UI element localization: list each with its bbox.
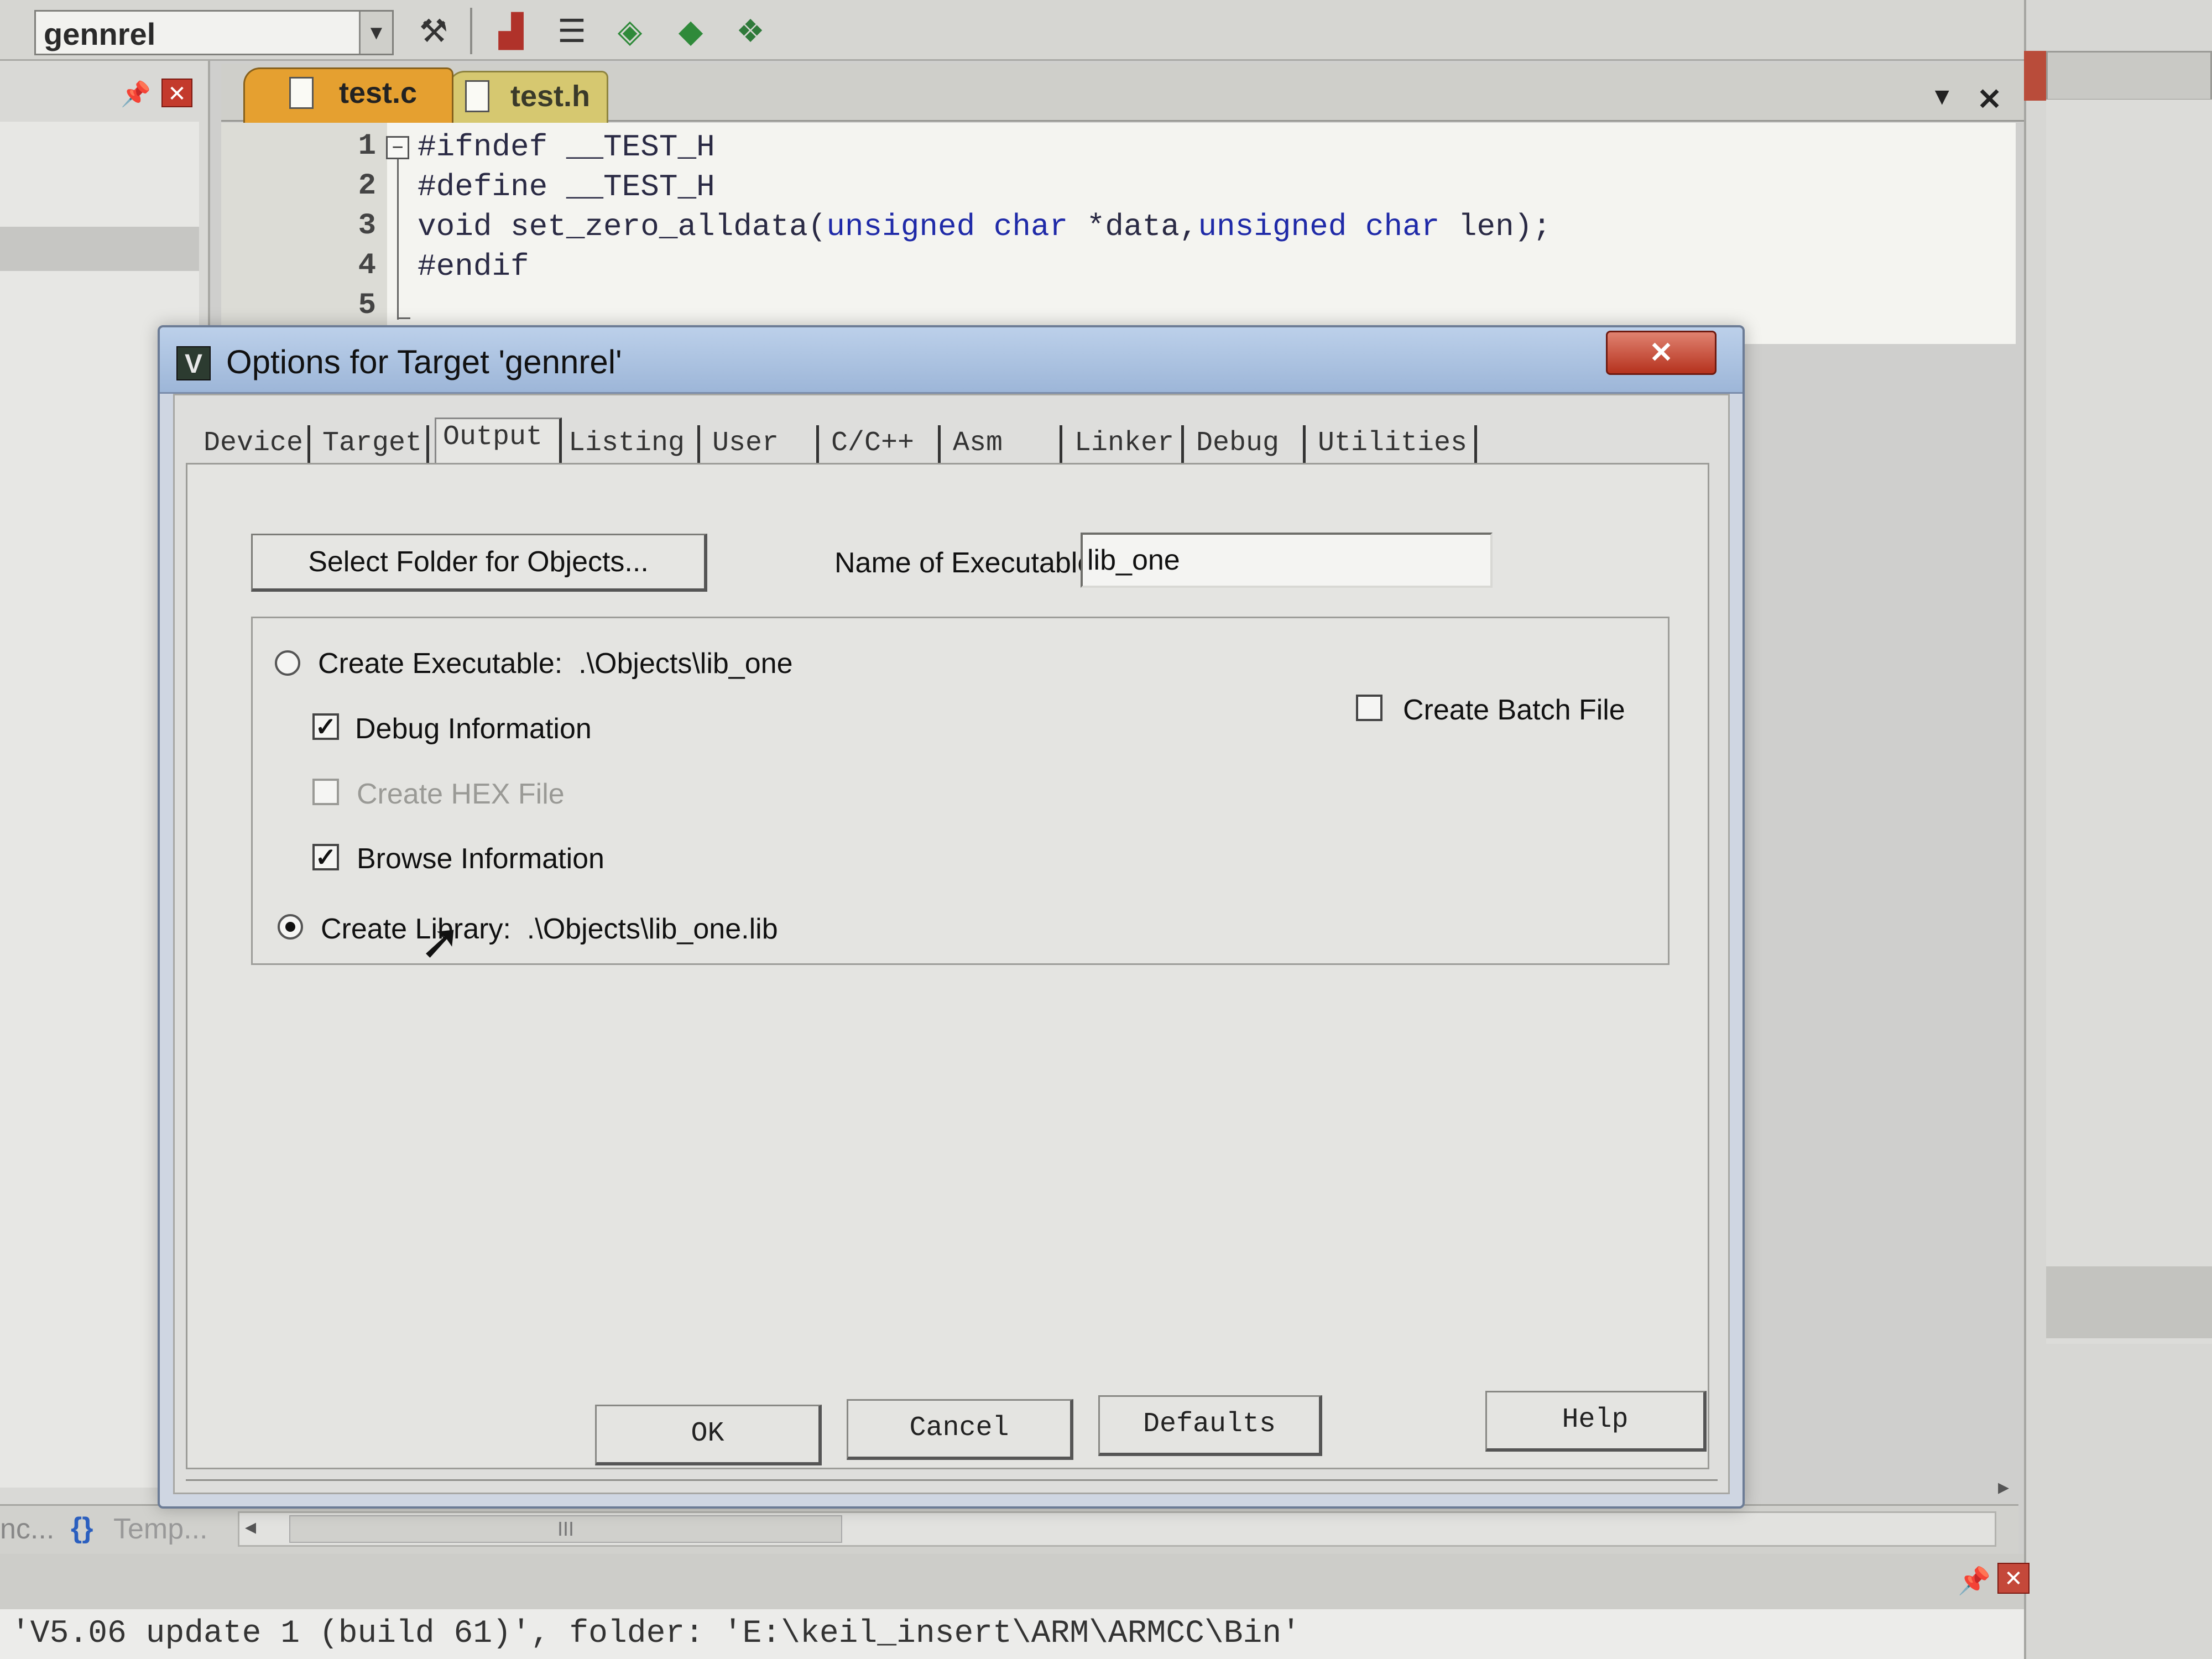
tab-test-c[interactable]: test.c [243,67,453,123]
right-panel-tab[interactable] [2046,51,2212,101]
target-select[interactable]: gennrel ▼ [34,10,394,55]
build-output-line: 'V5.06 update 1 (build 61)', folder: 'E:… [11,1616,1301,1652]
bottom-tab-bar: nc... {} Temp... ◂ III ▸ [0,1475,2018,1554]
target-options-icon[interactable]: ⚒ [412,10,455,53]
tab-templates[interactable]: Temp... [113,1512,208,1546]
mouse-cursor-icon: ➚ [420,914,462,969]
browse-information-label: Browse Information [357,843,604,875]
line-number: 4 [358,249,376,283]
tab-list-chevron-icon[interactable]: ▼ [1930,83,1954,111]
tab-output[interactable]: Output [435,418,562,464]
executable-name-label: Name of Executable: [834,547,1102,579]
select-folder-button[interactable]: Select Folder for Objects... [251,534,707,592]
help-button[interactable]: Help [1485,1391,1707,1452]
create-hex-file-label: Create HEX File [357,778,565,810]
tab-listing[interactable]: Listing [562,425,700,464]
toolbar: gennrel ▼ ⚒ ▟ ☰ ◈ ◆ ❖ [0,0,2035,61]
code-token: void set_zero_alldata( [418,209,827,244]
line-number: 2 [358,169,376,203]
code-token: len); [1439,209,1551,244]
code-keyword: unsigned char [826,209,1068,244]
code-token: *data, [1068,209,1198,244]
debug-information-checkbox[interactable]: ✓ [312,713,339,740]
dialog-tab-bar: Device Target Output Listing User C/C++ … [197,418,1690,467]
pin-icon[interactable]: 📌 [121,80,151,108]
tab-target[interactable]: Target [316,425,429,464]
code-line: #define __TEST_H [418,169,715,205]
toolbar-separator [470,8,472,54]
tab-debug[interactable]: Debug [1190,425,1306,464]
create-library-label: Create Library: .\Objects\lib_one.lib [321,913,778,945]
scroll-right-icon[interactable]: ▸ [1998,1474,2009,1500]
document-icon [465,80,489,112]
scrollbar-thumb[interactable]: III [289,1515,842,1543]
document-icon [289,77,314,109]
executable-name-input[interactable] [1081,533,1493,588]
code-keyword: unsigned char [1198,209,1440,244]
defaults-button[interactable]: Defaults [1098,1395,1322,1456]
tab-c-cpp[interactable]: C/C++ [825,425,941,464]
tab-test-h[interactable]: test.h [448,71,608,123]
tab-linker[interactable]: Linker [1068,425,1184,464]
templates-icon: {} [71,1512,93,1544]
code-line: #endif [418,249,529,284]
dialog-title: Options for Target 'gennrel' [226,343,622,380]
create-batch-file-checkbox[interactable] [1356,695,1383,721]
close-icon[interactable]: ✕ [161,79,192,107]
horizontal-scrollbar[interactable]: ◂ III ▸ [238,1475,2009,1547]
fold-guide [397,159,399,320]
build-output-header: 📌 ✕ [0,1554,2030,1609]
line-number: 3 [358,209,376,243]
cancel-button[interactable]: Cancel [847,1399,1073,1460]
create-batch-file-label: Create Batch File [1403,694,1625,726]
chevron-down-icon[interactable]: ▼ [359,12,392,54]
create-hex-file-checkbox[interactable] [312,779,339,805]
scroll-left-icon[interactable]: ◂ [245,1514,256,1540]
create-executable-radio[interactable] [275,650,300,676]
select-packs-icon[interactable]: ◈ [608,10,651,53]
dialog-titlebar[interactable]: V Options for Target 'gennrel' ✕ [160,327,1743,394]
pack-installer-icon[interactable]: ◆ [669,10,712,53]
project-panel-header: 📌 ✕ [0,72,210,116]
close-button[interactable]: ✕ [1606,331,1717,375]
close-icon[interactable]: ✕ [1997,1563,2030,1594]
footer-divider [186,1479,1718,1481]
tab-label: test.c [339,76,418,109]
output-tab-panel: Select Folder for Objects... Name of Exe… [186,463,1709,1469]
fold-collapse-icon[interactable]: − [386,136,409,159]
fold-guide-end [397,317,410,319]
output-options-group: Create Executable: .\Objects\lib_one ✓ D… [251,617,1670,965]
right-panel-body [2046,100,2212,1344]
create-library-radio[interactable] [278,914,303,940]
debug-information-label: Debug Information [355,713,592,745]
tab-utilities[interactable]: Utilities [1311,425,1477,464]
run-time-environment-icon[interactable]: ❖ [729,10,772,53]
manage-components-icon[interactable]: ▟ [489,10,533,53]
pin-icon[interactable]: 📌 [1958,1565,1991,1597]
tab-user[interactable]: User [706,425,819,464]
tab-label: test.h [510,80,591,113]
options-dialog: V Options for Target 'gennrel' ✕ Device … [158,325,1745,1509]
create-executable-label: Create Executable: .\Objects\lib_one [318,648,793,680]
tab-device[interactable]: Device [197,425,310,464]
tab-asm[interactable]: Asm [946,425,1062,464]
ok-button[interactable]: OK [595,1405,822,1465]
target-select-value: gennrel [44,17,156,51]
tab-functions[interactable]: nc... [0,1512,54,1546]
line-number-gutter: 1 2 3 4 5 [221,123,387,344]
project-tree-selected-row[interactable] [0,227,199,271]
dialog-client: Device Target Output Listing User C/C++ … [173,394,1730,1494]
browse-information-checkbox[interactable]: ✓ [312,844,339,870]
build-output: 'V5.06 update 1 (build 61)', folder: 'E:… [0,1609,2024,1659]
keil-app-icon: V [176,346,211,380]
right-panel-divider [2046,1266,2212,1338]
right-panel-tab-marker [2024,51,2046,101]
code-line: void set_zero_alldata(unsigned char *dat… [418,209,1551,244]
line-number: 5 [358,289,376,322]
project-items-icon[interactable]: ☰ [550,10,593,53]
code-editor[interactable]: 1 2 3 4 5 − #ifndef __TEST_H #define __T… [221,123,2016,344]
close-tab-icon[interactable]: ✕ [1977,82,2002,117]
code-line: #ifndef __TEST_H [418,129,715,165]
line-number: 1 [358,129,376,163]
